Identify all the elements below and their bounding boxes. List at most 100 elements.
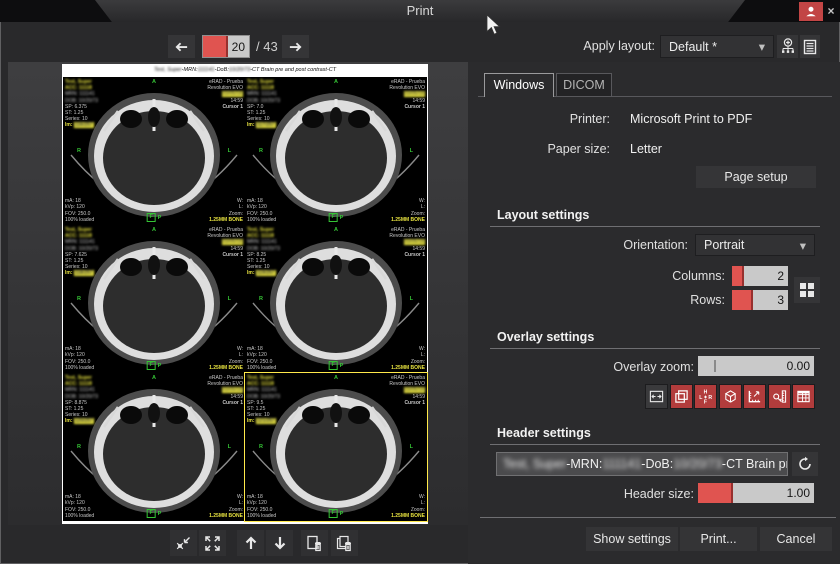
toggle-move-overlays[interactable] — [645, 384, 668, 409]
cell-overlay: W:L:Zoom:1.25MM BONE — [209, 346, 243, 371]
save-layout-icon — [780, 38, 796, 55]
cell-overlay: eRAD - PruebaRevolution EVO03/05/1814:59… — [207, 375, 243, 406]
orientation-marker-left: R — [259, 148, 263, 154]
preview-cell-1[interactable]: Test, SuperACC: 11118MRN: 111141DOB: 10/… — [63, 77, 245, 225]
fit-page-button[interactable] — [199, 530, 226, 556]
refresh-icon — [797, 456, 813, 472]
preview-cell-6[interactable]: Test, SuperACC: 11118MRN: 111141DOB: 10/… — [245, 373, 427, 521]
svg-text:F: F — [704, 400, 707, 404]
toggle-stack[interactable] — [670, 384, 693, 409]
move-page-up-button[interactable] — [237, 530, 264, 556]
table-overlay-icon — [796, 389, 811, 404]
rows-label: Rows: — [595, 293, 725, 307]
orientation-dropdown[interactable]: Portrait ▾ — [695, 234, 815, 256]
save-layout-button[interactable] — [777, 35, 798, 58]
layout-settings-title: Layout settings — [497, 208, 589, 222]
footer-divider — [480, 517, 836, 518]
preview-viewport[interactable]: Test, Super-MRN:111141-DoB:10/20/73-CT B… — [8, 62, 468, 525]
rows-slider[interactable]: 3 — [732, 290, 788, 310]
grid-layout-button[interactable] — [794, 277, 820, 303]
layout-dropdown[interactable]: Default * ▾ — [660, 35, 774, 58]
page-slider[interactable]: 20 — [202, 35, 250, 58]
toggle-cube[interactable] — [719, 384, 742, 409]
cell-overlay: W:L:Zoom:1.25MM BONE — [391, 198, 425, 223]
chevron-down-icon: ▾ — [800, 238, 806, 253]
columns-slider-fill — [732, 266, 744, 286]
printer-label: Printer: — [480, 112, 610, 126]
header-settings-title: Header settings — [497, 426, 591, 440]
grid-icon — [799, 282, 815, 298]
preview-cell-3[interactable]: Test, SuperACC: 11118MRN: 111141DOB: 10/… — [63, 225, 245, 373]
page-number: 20 — [232, 36, 245, 57]
page-setup-button[interactable]: Page setup — [696, 166, 816, 188]
svg-text:L: L — [699, 395, 702, 401]
print-button[interactable]: Print... — [680, 527, 757, 551]
printer-value: Microsoft Print to PDF — [630, 112, 752, 126]
columns-slider[interactable]: 2 — [732, 266, 788, 286]
overlay-zoom-slider[interactable]: 0.00 — [698, 356, 814, 376]
overlay-zoom-handle[interactable] — [714, 360, 716, 372]
up-arrow-icon — [243, 535, 259, 551]
toggle-ruler[interactable] — [743, 384, 766, 409]
orientation-marker-top: A — [334, 375, 338, 381]
toggle-orientation-letters[interactable]: H L R F — [694, 384, 717, 409]
tab-windows[interactable]: Windows — [484, 73, 554, 97]
preview-cell-2[interactable]: Test, SuperACC: 11118MRN: 111141DOB: 10/… — [245, 77, 427, 225]
cancel-button[interactable]: Cancel — [760, 527, 832, 551]
chevron-down-icon: ▾ — [759, 39, 765, 54]
preview-cell-5[interactable]: Test, SuperACC: 11118MRN: 111141DOB: 10/… — [63, 373, 245, 521]
cell-overlay: W:L:Zoom:1.25MM BONE — [391, 494, 425, 519]
svg-text:H: H — [704, 390, 708, 396]
down-arrow-icon — [272, 535, 288, 551]
delete-page-button[interactable] — [301, 530, 328, 556]
columns-label: Columns: — [595, 269, 725, 283]
next-page-button[interactable] — [282, 35, 309, 58]
orientation-marker-right: L — [410, 296, 413, 302]
move-page-down-button[interactable] — [266, 530, 293, 556]
close-icon: × — [827, 4, 834, 18]
manage-layouts-button[interactable] — [800, 35, 820, 58]
orientation-marker-bottom: FP — [147, 509, 162, 518]
page-total: / 43 — [256, 35, 278, 58]
orientation-letters-icon: H L R F — [698, 389, 713, 404]
toggle-measure-tools[interactable] — [768, 384, 791, 409]
header-size-slider-fill — [698, 483, 733, 503]
orientation-marker-top: A — [334, 227, 338, 233]
cell-overlay: Test, SuperACC: 11118MRN: 111141DOB: 10/… — [65, 375, 98, 425]
header-size-slider[interactable]: 1.00 — [698, 483, 814, 503]
support-user-button[interactable] — [799, 2, 823, 21]
overlay-zoom-value: 0.00 — [787, 356, 810, 376]
measure-tools-icon — [772, 389, 787, 404]
cell-overlay: mA: 18kVp: 120FOV: 250.0100% loaded — [65, 494, 94, 519]
layout-dropdown-value: Default * — [669, 40, 717, 54]
actual-size-button[interactable] — [170, 530, 197, 556]
delete-page-icon — [306, 535, 323, 552]
delete-all-pages-button[interactable] — [331, 530, 358, 556]
show-settings-button[interactable]: Show settings — [586, 527, 678, 551]
move-overlays-icon — [649, 389, 664, 404]
cell-overlay: Test, SuperACC: 11118MRN: 111141DOB: 10/… — [65, 227, 98, 277]
cell-overlay: eRAD - PruebaRevolution EVO03/05/1814:59… — [389, 375, 425, 406]
reset-header-button[interactable] — [792, 452, 818, 476]
header-text-field[interactable]: Test, Super-MRN:111141-DoB:10/20/73-CT B… — [496, 452, 788, 476]
orientation-marker-left: R — [77, 444, 81, 450]
overlay-settings-title: Overlay settings — [497, 330, 594, 344]
overlay-zoom-label: Overlay zoom: — [544, 360, 694, 374]
orientation-marker-top: A — [334, 79, 338, 85]
preview-cell-4[interactable]: Test, SuperACC: 11118MRN: 111141DOB: 10/… — [245, 225, 427, 373]
manage-layouts-icon — [803, 39, 817, 55]
previous-page-button[interactable] — [168, 35, 195, 58]
orientation-marker-left: R — [77, 148, 81, 154]
cell-overlay: mA: 18kVp: 120FOV: 250.0100% loaded — [247, 494, 276, 519]
cell-overlay: Test, SuperACC: 11118MRN: 111141DOB: 10/… — [247, 79, 280, 129]
forward-arrow-icon — [288, 41, 303, 53]
flip-marker: F — [329, 213, 338, 222]
toggle-table-overlay[interactable] — [792, 384, 815, 409]
orientation-marker-left: R — [259, 296, 263, 302]
orientation-marker-right: L — [228, 296, 231, 302]
tab-dicom[interactable]: DICOM — [556, 73, 612, 97]
close-button[interactable]: × — [823, 2, 839, 21]
orientation-marker-right: L — [410, 444, 413, 450]
cell-overlay: W:L:Zoom:1.25MM BONE — [209, 198, 243, 223]
fit-page-icon — [204, 535, 221, 552]
